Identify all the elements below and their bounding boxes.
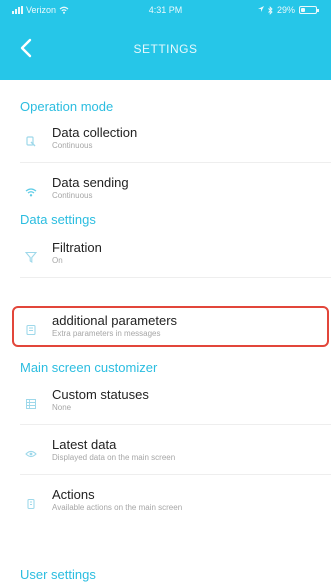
- statuses-icon: [24, 397, 38, 411]
- status-bar: Verizon 4:31 PM 29%: [0, 0, 331, 20]
- divider: [20, 424, 331, 425]
- setting-title: Latest data: [52, 437, 117, 452]
- section-title-main-screen-customizer: Main screen customizer: [20, 360, 158, 375]
- setting-subtitle: None: [52, 403, 72, 412]
- setting-title: Custom statuses: [52, 387, 149, 402]
- section-title-operation-mode: Operation mode: [20, 99, 114, 114]
- location-icon: [257, 6, 264, 12]
- setting-subtitle: Displayed data on the main screen: [52, 453, 176, 462]
- highlight-box: [12, 306, 329, 347]
- battery-fill: [301, 8, 306, 12]
- setting-subtitle: Available actions on the main screen: [52, 503, 183, 512]
- setting-subtitle: Continuous: [52, 141, 93, 150]
- setting-title: Actions: [52, 487, 95, 502]
- setting-subtitle: Continuous: [52, 191, 93, 200]
- battery-percent: 29%: [276, 5, 295, 15]
- divider: [20, 474, 331, 475]
- setting-subtitle: On: [52, 256, 63, 265]
- divider: [20, 277, 331, 278]
- setting-title: Data sending: [52, 175, 129, 190]
- setting-item-actions[interactable]: Actions Available actions on the main sc…: [20, 487, 320, 531]
- section-title-data-settings: Data settings: [20, 212, 96, 227]
- bluetooth-icon: [268, 5, 273, 15]
- battery-tip: [317, 9, 319, 12]
- nav-bar: SETTINGS: [0, 26, 331, 70]
- eye-icon: [24, 447, 38, 461]
- settings-screen: Verizon 4:31 PM 29% SETTINGS Operation m…: [0, 0, 331, 586]
- section-title-user-settings: User settings: [20, 567, 96, 582]
- header: Verizon 4:31 PM 29% SETTINGS: [0, 0, 331, 80]
- wifi-icon: [24, 185, 38, 199]
- setting-title: Data collection: [52, 125, 138, 140]
- collection-icon: [24, 135, 38, 149]
- filter-icon: [24, 250, 38, 264]
- divider: [20, 162, 331, 163]
- setting-title: Filtration: [52, 240, 102, 255]
- battery-icon: [299, 6, 319, 14]
- page-title: SETTINGS: [133, 42, 198, 56]
- status-right: 29%: [257, 5, 319, 15]
- actions-icon: [24, 497, 38, 511]
